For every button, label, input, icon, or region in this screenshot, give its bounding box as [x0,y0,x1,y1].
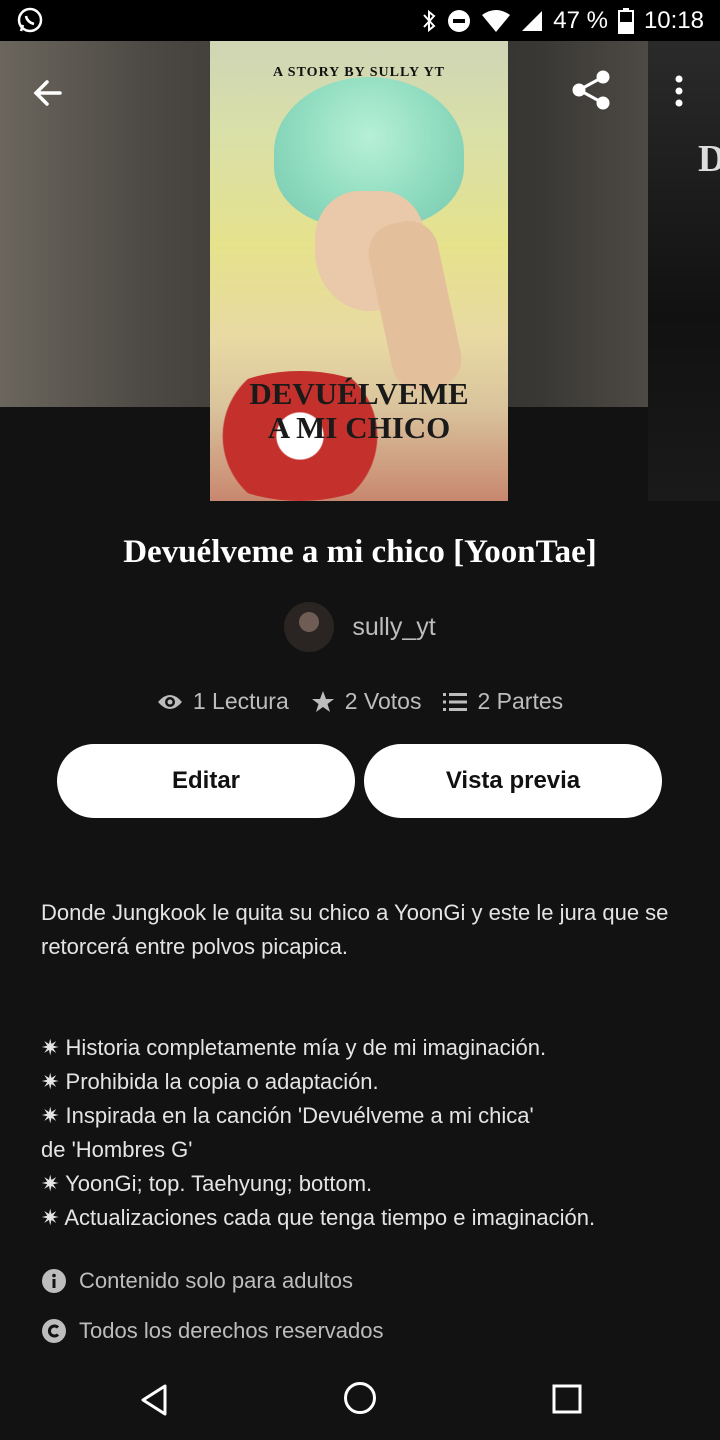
rights-notice: Todos los derechos reservados [41,1318,384,1344]
story-stats: 1 Lectura 2 Votos 2 Partes [0,688,720,715]
author-name[interactable]: sully_yt [352,613,435,642]
share-icon[interactable] [568,67,614,113]
next-cover-letter: D [698,138,720,180]
cover-title-line2: A MI CHICO [267,410,451,445]
system-navigation-bar [0,1360,720,1440]
battery-percent: 47 % [553,6,608,34]
signal-icon [522,10,543,31]
back-arrow-icon[interactable] [30,75,66,111]
story-notes: ✷ Historia completamente mía y de mi ima… [41,1031,701,1235]
more-options-icon[interactable] [664,71,694,111]
note-line: ✷ Historia completamente mía y de mi ima… [41,1035,547,1060]
nav-back-icon[interactable] [136,1382,172,1418]
note-line: ✷ YoonGi; top. Taehyung; bottom. [41,1171,373,1196]
cover-arm [363,215,467,397]
note-line: ✷ Prohibida la copia o adaptación. [41,1069,379,1094]
parts-count: 2 Partes [477,688,564,714]
author-avatar[interactable] [284,602,335,652]
votes-count: 2 Votos [344,688,422,714]
author-row[interactable]: sully_yt [0,602,720,652]
battery-icon [617,7,634,34]
nav-recents-icon[interactable] [550,1382,584,1416]
bluetooth-icon [423,9,436,32]
reads-count: 1 Lectura [192,688,289,714]
story-cover: A STORY BY SULLY YT DEVUÉLVEME A MI CHIC… [210,41,508,501]
wifi-icon [482,9,511,32]
do-not-disturb-icon [448,9,471,32]
copyright-icon [42,1319,66,1343]
cover-title-line1: DEVUÉLVEME [249,376,469,411]
story-title: Devuélveme a mi chico [YoonTae] [123,534,597,570]
clock: 10:18 [643,6,704,34]
mature-notice: Contenido solo para adultos [41,1268,353,1294]
parts-stat: 2 Partes [443,688,563,715]
note-line: ✷ Inspirada en la canción 'Devuélveme a … [41,1103,534,1128]
mature-notice-text: Contenido solo para adultos [79,1268,353,1293]
cover-tagline: A STORY BY SULLY YT [272,65,446,80]
reads-stat: 1 Lectura [157,688,289,715]
cover-title: DEVUÉLVEME A MI CHICO [210,377,508,445]
cover-carousel: D A STORY BY SULLY YT DEVUÉLVEME A MI CH… [0,41,720,501]
whatsapp-icon [16,6,44,39]
eye-icon [157,694,182,709]
note-line: de 'Hombres G' [41,1137,193,1162]
preview-button[interactable]: Vista previa [364,744,662,818]
rights-notice-text: Todos los derechos reservados [79,1318,384,1343]
votes-stat: 2 Votos [311,688,422,715]
note-line: ✷ Actualizaciones cada que tenga tiempo … [41,1205,596,1230]
info-icon [42,1269,66,1293]
story-description: Donde Jungkook le quita su chico a YoonG… [41,900,669,959]
list-icon [443,692,468,711]
star-icon [311,690,334,712]
status-bar: 47 % 10:18 [0,0,720,41]
nav-home-icon[interactable] [342,1380,378,1416]
edit-button[interactable]: Editar [57,744,355,818]
